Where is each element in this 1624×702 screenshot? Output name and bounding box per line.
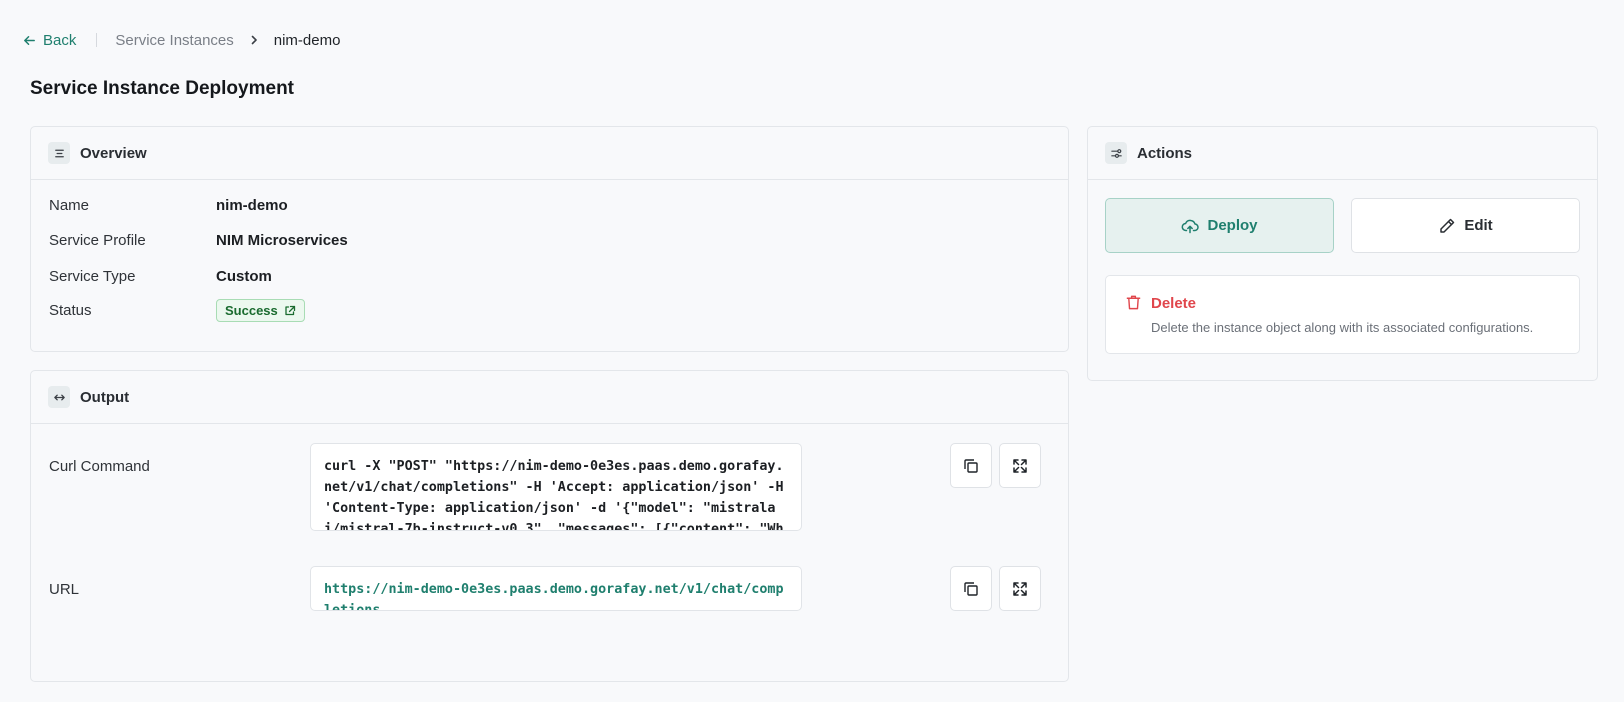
top-navigation: Back Service Instances nim-demo xyxy=(22,28,340,52)
deploy-label: Deploy xyxy=(1207,217,1258,234)
page-title: Service Instance Deployment xyxy=(30,78,294,99)
service-profile-value: NIM Microservices xyxy=(216,232,348,249)
deploy-button[interactable]: Deploy xyxy=(1105,198,1334,253)
breadcrumb-service-instances[interactable]: Service Instances xyxy=(115,32,233,49)
copy-url-button[interactable] xyxy=(950,566,992,611)
expand-icon xyxy=(1013,458,1027,473)
url-label: URL xyxy=(49,581,80,598)
expand-url-button[interactable] xyxy=(999,566,1041,611)
expand-curl-button[interactable] xyxy=(999,443,1041,488)
copy-icon xyxy=(964,581,978,596)
overview-card: Overview Name nim-demo Service Profile N… xyxy=(30,126,1069,352)
status-value: Success xyxy=(225,303,278,318)
actions-card: Actions Deploy Edit Delete Delete the in… xyxy=(1087,126,1598,381)
back-button[interactable]: Back xyxy=(22,32,76,49)
output-title: Output xyxy=(80,388,130,406)
name-row: Name nim-demo xyxy=(49,197,288,214)
actions-header: Actions xyxy=(1088,127,1597,180)
trash-icon xyxy=(1125,294,1142,316)
service-type-label: Service Type xyxy=(49,268,136,285)
service-type-row: Service Type Custom xyxy=(49,268,272,285)
copy-icon xyxy=(964,458,978,473)
curl-command-label: Curl Command xyxy=(49,458,150,475)
delete-description: Delete the instance object along with it… xyxy=(1151,320,1534,335)
curl-command-code[interactable]: curl -X "POST" "https://nim-demo-0e3es.p… xyxy=(310,443,802,531)
edit-button[interactable]: Edit xyxy=(1351,198,1580,253)
overview-header: Overview xyxy=(31,127,1068,180)
status-badge[interactable]: Success xyxy=(216,299,305,322)
breadcrumb-current: nim-demo xyxy=(273,31,341,49)
cloud-upload-icon xyxy=(1182,219,1200,233)
status-label: Status xyxy=(49,302,92,319)
copy-curl-button[interactable] xyxy=(950,443,992,488)
output-header: Output xyxy=(31,371,1068,424)
sliders-icon xyxy=(1105,142,1127,164)
name-value: nim-demo xyxy=(216,197,288,214)
pencil-icon xyxy=(1440,218,1455,233)
delete-action[interactable]: Delete Delete the instance object along … xyxy=(1105,275,1580,354)
external-link-icon xyxy=(285,305,295,315)
service-profile-label: Service Profile xyxy=(49,232,146,249)
url-code[interactable]: https://nim-demo-0e3es.paas.demo.gorafay… xyxy=(310,566,802,611)
service-type-value: Custom xyxy=(216,268,272,285)
align-center-icon xyxy=(48,142,70,164)
edit-label: Edit xyxy=(1464,217,1493,234)
back-label: Back xyxy=(43,31,77,49)
chevron-right-icon xyxy=(248,34,260,46)
delete-label: Delete xyxy=(1151,295,1197,312)
overview-title: Overview xyxy=(80,144,147,162)
expand-icon xyxy=(1013,581,1027,596)
code-arrows-icon xyxy=(48,386,70,408)
arrow-left-icon xyxy=(24,35,35,45)
divider xyxy=(96,33,98,47)
status-row: Status Success xyxy=(49,299,305,322)
service-profile-row: Service Profile NIM Microservices xyxy=(49,232,348,249)
name-label: Name xyxy=(49,197,90,214)
actions-title: Actions xyxy=(1137,144,1193,162)
output-card: Output Curl Command curl -X "POST" "http… xyxy=(30,370,1069,682)
